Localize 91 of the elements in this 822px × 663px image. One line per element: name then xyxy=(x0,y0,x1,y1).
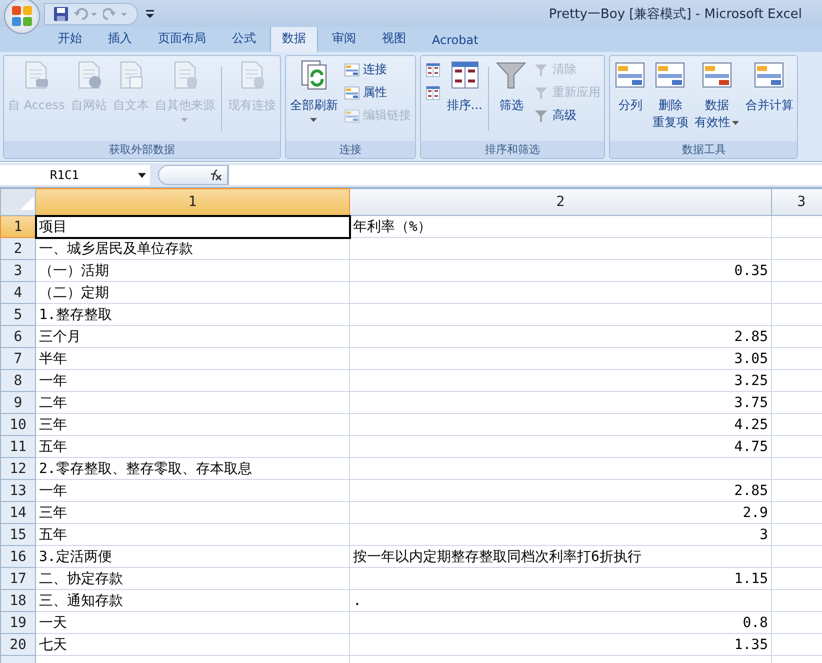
save-icon[interactable] xyxy=(53,6,69,22)
table-cell: 1.15 xyxy=(350,568,772,590)
row-header[interactable]: 10 xyxy=(0,414,36,436)
row-header[interactable]: 8 xyxy=(0,370,36,392)
table-cell: 三个月 xyxy=(36,326,350,348)
sort-icon xyxy=(424,62,441,78)
row-header[interactable]: 15 xyxy=(0,524,36,546)
table-cell: 3.75 xyxy=(350,392,772,414)
ribbon-button[interactable]: 分列 xyxy=(612,59,648,114)
row-header[interactable]: 16 xyxy=(0,546,36,568)
row-header[interactable]: 12 xyxy=(0,458,36,480)
table-cell: 0.35 xyxy=(350,260,772,282)
ribbon-tab[interactable]: 数据 xyxy=(270,25,318,52)
table-cell: 项目 xyxy=(36,216,350,238)
table-cell: . xyxy=(350,590,772,612)
table-cell: 半年 xyxy=(36,348,350,370)
table-cell: （一）活期 xyxy=(36,260,350,282)
table-cell: 三年 xyxy=(36,502,350,524)
table-cell: 五年 xyxy=(36,524,350,546)
table-cell: （二）定期 xyxy=(36,282,350,304)
sort-icon xyxy=(448,59,481,91)
ribbon-button[interactable]: 筛选 xyxy=(493,59,530,114)
table-cell: 三、通知存款 xyxy=(36,590,350,612)
table-cell: 3 xyxy=(350,524,772,546)
row-header[interactable]: 17 xyxy=(0,568,36,590)
table-cell: 二、协定存款 xyxy=(36,568,350,590)
table-cell: 2.零存整取、整存零取、存本取息 xyxy=(36,458,350,480)
table-cell: 3.25 xyxy=(350,370,772,392)
ribbon-button[interactable]: 合并计算 xyxy=(743,59,796,114)
ribbon-tab[interactable]: 页面布局 xyxy=(146,25,218,52)
ribbon-button[interactable]: 全部刷新 xyxy=(288,59,340,122)
row-header[interactable]: 11 xyxy=(0,436,36,458)
row-header[interactable]: 19 xyxy=(0,612,36,634)
table-cell: 4.75 xyxy=(350,436,772,458)
table-cell: 三年 xyxy=(36,414,350,436)
table-cell: 一天 xyxy=(36,612,350,634)
table-cell: 一年 xyxy=(36,480,350,502)
ribbon-tab[interactable]: 插入 xyxy=(96,25,144,52)
group-label: 排序和筛选 xyxy=(420,141,604,158)
table-cell: 0.8 xyxy=(350,612,772,634)
ribbon-button[interactable]: 数据 有效性 xyxy=(692,59,742,131)
row-header[interactable]: 4 xyxy=(0,282,36,304)
group-label: 数据工具 xyxy=(610,141,798,158)
table-cell: 二年 xyxy=(36,392,350,414)
ribbon-button[interactable]: 高级 xyxy=(531,105,602,126)
table-cell: 一、城乡居民及单位存款 xyxy=(36,238,350,260)
row-header[interactable]: 6 xyxy=(0,326,36,348)
row-header[interactable]: 3 xyxy=(0,260,36,282)
row-header[interactable]: 18 xyxy=(0,590,36,612)
formula-field[interactable] xyxy=(228,165,822,185)
group-label: 连接 xyxy=(286,141,415,158)
window-title: Pretty一Boy [兼容模式] - Microsoft Excel xyxy=(548,6,802,22)
column-header[interactable]: 3 xyxy=(772,188,822,216)
column-header[interactable]: 2 xyxy=(350,188,772,216)
ribbon-tab[interactable]: Acrobat xyxy=(420,28,490,52)
corner-triangle-icon xyxy=(20,196,34,210)
ribbon-tab[interactable]: 视图 xyxy=(370,25,418,52)
table-cell: 4.25 xyxy=(350,414,772,436)
row-header[interactable]: 20 xyxy=(0,634,36,656)
table-cell: 3.05 xyxy=(350,348,772,370)
table-cell: 七天 xyxy=(36,634,350,656)
ribbon-tab[interactable]: 开始 xyxy=(46,25,94,52)
table-cell: 1.35 xyxy=(350,634,772,656)
ribbon-button[interactable]: 排序... xyxy=(444,59,484,114)
sort-icon xyxy=(424,84,441,100)
office-button[interactable] xyxy=(4,0,40,34)
table-cell: 2.85 xyxy=(350,326,772,348)
ribbon-button[interactable]: 连接 xyxy=(342,59,413,80)
row-header[interactable]: 9 xyxy=(0,392,36,414)
row-header[interactable]: 7 xyxy=(0,348,36,370)
table-cell: 2.9 xyxy=(350,502,772,524)
table-cell: 按一年以内定期整存整取同档次利率打6折执行 xyxy=(350,546,772,568)
table-cell: 2.85 xyxy=(350,480,772,502)
row-header[interactable]: 5 xyxy=(0,304,36,326)
column-header[interactable]: 1 xyxy=(36,188,350,216)
ribbon-tab[interactable]: 公式 xyxy=(220,25,268,52)
ribbon-button[interactable]: 属性 xyxy=(342,82,413,103)
table-cell: 年利率（%） xyxy=(350,216,772,238)
name-box[interactable]: R1C1 xyxy=(0,165,150,185)
table-cell: 1.整存整取 xyxy=(36,304,350,326)
table-cell: 一年 xyxy=(36,370,350,392)
caret-icon[interactable] xyxy=(146,8,154,18)
table-cell: 五年 xyxy=(36,436,350,458)
group-label: 获取外部数据 xyxy=(4,141,280,158)
ribbon-button[interactable]: 删除 重复项 xyxy=(650,59,690,131)
row-header[interactable]: 13 xyxy=(0,480,36,502)
row-header[interactable]: 14 xyxy=(0,502,36,524)
ribbon-tab[interactable]: 审阅 xyxy=(320,25,368,52)
row-header[interactable]: 1 xyxy=(0,216,36,238)
table-cell: 3.定活两便 xyxy=(36,546,350,568)
row-header[interactable]: 2 xyxy=(0,238,36,260)
